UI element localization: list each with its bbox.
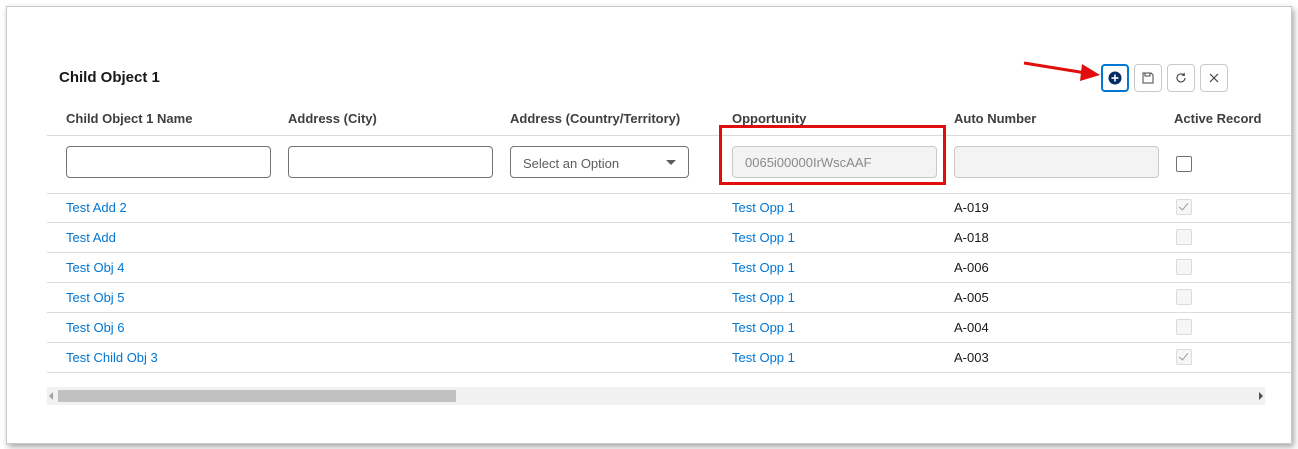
record-auto-number: A-004 <box>954 320 989 335</box>
record-auto-number: A-018 <box>954 230 989 245</box>
save-icon <box>1142 72 1154 84</box>
table-row: Test Add Test Opp 1 A-018 <box>47 223 1291 253</box>
record-opportunity-link[interactable]: Test Opp 1 <box>732 350 795 365</box>
record-auto-number: A-006 <box>954 260 989 275</box>
column-header-auto-number[interactable]: Auto Number <box>954 111 1036 126</box>
record-opportunity-link[interactable]: Test Opp 1 <box>732 260 795 275</box>
add-row-button[interactable] <box>1101 64 1129 92</box>
add-icon <box>1108 71 1122 85</box>
related-list-card: Child Object 1 Child Object 1 Name Addre… <box>6 6 1292 444</box>
record-name-link[interactable]: Test Child Obj 3 <box>66 350 158 365</box>
record-auto-number: A-019 <box>954 200 989 215</box>
column-header-city[interactable]: Address (City) <box>288 111 377 126</box>
save-button[interactable] <box>1134 64 1162 92</box>
record-name-link[interactable]: Test Add 2 <box>66 200 127 215</box>
records-table: Test Add 2 Test Opp 1 A-019 Test Add Tes… <box>47 193 1291 373</box>
annotation-arrow <box>1023 61 1100 81</box>
record-name-link[interactable]: Test Obj 6 <box>66 320 125 335</box>
record-auto-number: A-005 <box>954 290 989 305</box>
record-active-checkbox <box>1176 289 1192 305</box>
column-header-country[interactable]: Address (Country/Territory) <box>510 111 680 126</box>
auto-number-field <box>954 146 1159 178</box>
new-record-row: Select an Option 0065i00000IrWscAAF <box>47 135 1291 194</box>
toolbar <box>1101 64 1228 94</box>
active-record-checkbox[interactable] <box>1176 156 1192 172</box>
refresh-icon <box>1176 72 1186 83</box>
record-opportunity-link[interactable]: Test Opp 1 <box>732 200 795 215</box>
table-row: Test Child Obj 3 Test Opp 1 A-003 <box>47 343 1291 373</box>
table-row: Test Add 2 Test Opp 1 A-019 <box>47 193 1291 223</box>
table-header: Child Object 1 Name Address (City) Addre… <box>47 102 1291 136</box>
record-opportunity-link[interactable]: Test Opp 1 <box>732 230 795 245</box>
column-header-active-record[interactable]: Active Record <box>1174 111 1261 126</box>
city-input[interactable] <box>288 146 493 178</box>
column-header-opportunity[interactable]: Opportunity <box>732 111 806 126</box>
record-active-checkbox <box>1176 259 1192 275</box>
record-opportunity-link[interactable]: Test Opp 1 <box>732 290 795 305</box>
table-row: Test Obj 6 Test Opp 1 A-004 <box>47 313 1291 343</box>
country-select[interactable]: Select an Option <box>510 146 689 178</box>
table-row: Test Obj 4 Test Opp 1 A-006 <box>47 253 1291 283</box>
column-header-name[interactable]: Child Object 1 Name <box>66 111 192 126</box>
annotation-highlight-box <box>719 125 946 185</box>
scrollbar-thumb[interactable] <box>58 390 456 402</box>
record-auto-number: A-003 <box>954 350 989 365</box>
refresh-button[interactable] <box>1167 64 1195 92</box>
horizontal-scrollbar[interactable] <box>47 387 1265 405</box>
record-name-link[interactable]: Test Obj 4 <box>66 260 125 275</box>
record-active-checkbox <box>1176 319 1192 335</box>
card-title: Child Object 1 <box>59 69 160 86</box>
record-opportunity-link[interactable]: Test Opp 1 <box>732 320 795 335</box>
record-active-checkbox <box>1176 349 1192 365</box>
name-input[interactable] <box>66 146 271 178</box>
chevron-down-icon <box>666 160 676 165</box>
record-name-link[interactable]: Test Add <box>66 230 116 245</box>
table-row: Test Obj 5 Test Opp 1 A-005 <box>47 283 1291 313</box>
scroll-right-arrow-icon[interactable] <box>1259 392 1263 400</box>
cancel-button[interactable] <box>1200 64 1228 92</box>
record-name-link[interactable]: Test Obj 5 <box>66 290 125 305</box>
country-select-placeholder: Select an Option <box>523 156 620 171</box>
record-active-checkbox <box>1176 229 1192 245</box>
record-active-checkbox <box>1176 199 1192 215</box>
scroll-left-arrow-icon[interactable] <box>49 392 53 400</box>
close-icon <box>1209 73 1219 83</box>
